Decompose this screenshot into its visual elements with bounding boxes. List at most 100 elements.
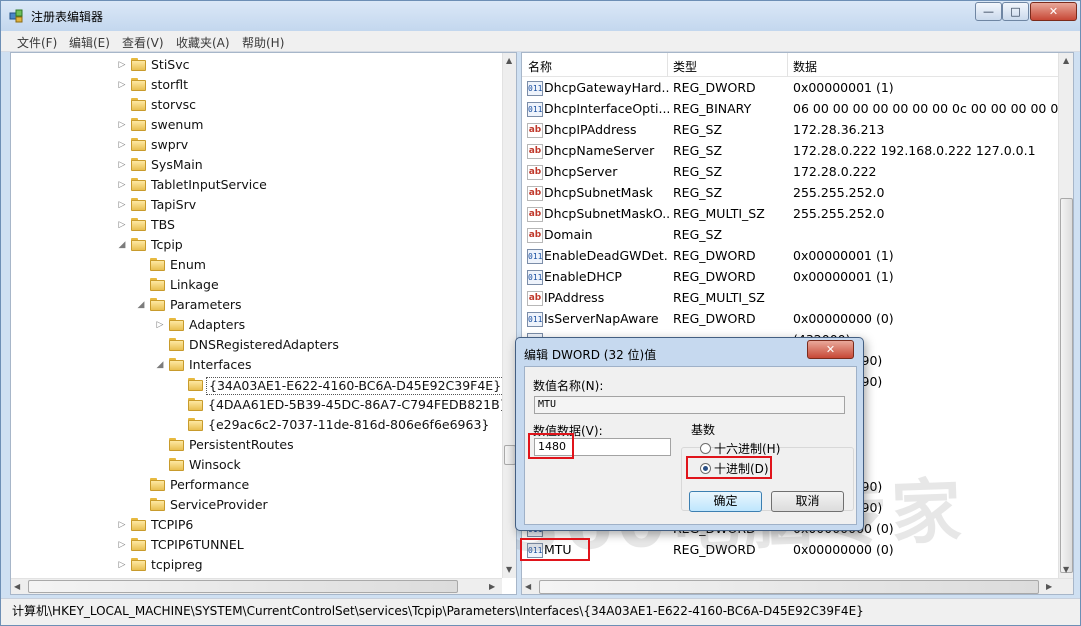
value-row[interactable]: ab DhcpNameServer REG_SZ 172.28.0.222 192.1… [522,141,1062,162]
folder-icon [188,418,204,432]
scroll-up-arrow-icon[interactable]: ▲ [506,56,512,65]
tree-item[interactable]: PersistentRoutes [11,435,501,455]
tree-item-label: StiSvc [151,57,190,72]
tree-item[interactable]: ▷ Adapters [11,315,501,335]
value-name-label: 数值名称(N): [533,379,604,393]
tree-item[interactable]: ServiceProvider [11,495,501,515]
value-type: REG_SZ [673,185,723,200]
menu-file[interactable]: 文件(F) [17,34,57,51]
scroll-down-arrow-icon[interactable]: ▼ [506,565,512,574]
list-horizontal-scrollbar[interactable]: ◀ ▶ [522,578,1073,594]
hex-radio-label[interactable]: 十六进制(H) [714,440,780,457]
expand-arrow-icon[interactable]: ▷ [117,59,127,71]
tree-item[interactable]: Enum [11,255,501,275]
tree-item[interactable]: ▷ TCPIP6 [11,515,501,535]
tree-item[interactable]: ▷ TapiSrv [11,195,501,215]
value-row[interactable]: ab IPAddress REG_MULTI_SZ [522,288,1062,309]
value-row[interactable]: 011 DhcpInterfaceOpti... REG_BINARY 06 00 0… [522,99,1073,120]
registry-tree[interactable]: ▷ StiSvc ▷ storflt storvsc ▷ swenum ▷ swprv ▷ SysM… [10,52,517,595]
tree-item[interactable]: ▷ swenum [11,115,501,135]
tree-horizontal-scrollbar[interactable]: ◀ ▶ [11,578,502,594]
scroll-right-arrow-icon[interactable]: ▶ [1046,582,1052,591]
tree-item[interactable]: storvsc [11,95,501,115]
value-row[interactable]: 011 DhcpGatewayHard... REG_DWORD 0x00000001… [522,78,1062,99]
tree-item[interactable]: {e29ac6c2-7037-11de-816d-806e6f6e6963} [11,415,501,435]
registry-editor-window: 注册表编辑器 — □ ✕ 文件(F) 编辑(E) 查看(V) 收藏夹(A) 帮助… [0,0,1081,626]
minimize-button[interactable]: — [975,2,1002,21]
value-row[interactable]: 011 IsServerNapAware REG_DWORD 0x00000000 (… [522,309,1062,330]
tree-item-label: TCPIP6 [151,517,194,532]
tree-item[interactable]: ◢ Interfaces [11,355,501,375]
column-type[interactable]: 类型 [673,58,697,75]
column-divider[interactable] [667,53,668,77]
tree-item[interactable]: Performance [11,475,501,495]
scroll-left-arrow-icon[interactable]: ◀ [525,582,531,591]
hex-radio[interactable] [700,443,711,454]
menu-view[interactable]: 查看(V) [122,34,164,51]
value-name-field[interactable]: MTU [534,396,845,414]
menu-help[interactable]: 帮助(H) [242,34,284,51]
tree-item[interactable]: {4DAA61ED-5B39-45DC-86A7-C794FEDB821B} [11,395,508,415]
tree-item[interactable]: ▷ SysMain [11,155,501,175]
tree-item[interactable]: ◢ Tcpip [11,235,501,255]
tree-item[interactable]: ▷ TBS [11,215,501,235]
tree-item[interactable]: ▷ TCPIP6TUNNEL [11,535,501,555]
scroll-left-arrow-icon[interactable]: ◀ [14,582,20,591]
tree-item[interactable]: Winsock [11,455,501,475]
tree-item[interactable]: {34A03AE1-E622-4160-BC6A-D45E92C39F4E} [11,375,505,395]
tree-item-label: {34A03AE1-E622-4160-BC6A-D45E92C39F4E} [206,377,505,395]
scroll-down-arrow-icon[interactable]: ▼ [1063,565,1069,574]
cancel-button[interactable]: 取消 [771,491,844,512]
expand-arrow-icon[interactable]: ▷ [155,319,165,331]
tree-item[interactable]: ▷ storflt [11,75,501,95]
dialog-close-button[interactable]: ✕ [807,340,854,359]
value-row[interactable]: ab DhcpServer REG_SZ 172.28.0.222 [522,162,1062,183]
highlight-data-field [528,433,574,459]
value-data: 0x00000001 (1) [793,269,894,284]
value-row[interactable]: 011 EnableDHCP REG_DWORD 0x00000001 (1) [522,267,1062,288]
value-row[interactable]: 011 MTU REG_DWORD 0x00000000 (0) [522,540,1062,561]
value-row[interactable]: ab DhcpSubnetMaskO... REG_MULTI_SZ 255.255.… [522,204,1062,225]
list-vertical-scrollbar[interactable]: ▲ ▼ [1058,53,1073,578]
tree-item[interactable]: ▷ TabletInputService [11,175,501,195]
scroll-up-arrow-icon[interactable]: ▲ [1063,56,1069,65]
scroll-right-arrow-icon[interactable]: ▶ [489,582,495,591]
column-data[interactable]: 数据 [793,58,817,75]
column-name[interactable]: 名称 [528,58,552,75]
tree-item[interactable]: Linkage [11,275,501,295]
value-row[interactable]: ab Domain REG_SZ [522,225,1062,246]
tree-item[interactable]: DNSRegisteredAdapters [11,335,501,355]
expand-arrow-icon[interactable]: ▷ [117,79,127,91]
menu-edit[interactable]: 编辑(E) [69,34,110,51]
collapse-arrow-icon[interactable]: ◢ [136,299,146,311]
tree-item-label: PersistentRoutes [189,437,294,452]
maximize-button[interactable]: □ [1002,2,1029,21]
expand-arrow-icon[interactable]: ▷ [117,199,127,211]
column-divider[interactable] [787,53,788,77]
ok-button[interactable]: 确定 [689,491,762,512]
value-row[interactable]: ab DhcpIPAddress REG_SZ 172.28.36.213 [522,120,1062,141]
tree-item[interactable]: ◢ Parameters [11,295,501,315]
expand-arrow-icon[interactable]: ▷ [117,519,127,531]
value-row[interactable]: 011 EnableDeadGWDet... REG_DWORD 0x00000001… [522,246,1062,267]
collapse-arrow-icon[interactable]: ◢ [155,359,165,371]
list-hscroll-thumb[interactable] [539,580,1039,594]
tree-item[interactable]: ▷ tcpipreg [11,555,501,575]
menu-favorites[interactable]: 收藏夹(A) [176,34,230,51]
expand-arrow-icon[interactable]: ▷ [117,119,127,131]
dword-value-icon: 011 [527,270,543,285]
value-row[interactable]: ab DhcpSubnetMask REG_SZ 255.255.252.0 [522,183,1062,204]
close-button[interactable]: ✕ [1030,2,1077,21]
expand-arrow-icon[interactable]: ▷ [117,559,127,571]
expand-arrow-icon[interactable]: ▷ [117,179,127,191]
expand-arrow-icon[interactable]: ▷ [117,539,127,551]
tree-hscroll-thumb[interactable] [28,580,458,593]
list-scroll-thumb[interactable] [1060,198,1073,573]
expand-arrow-icon[interactable]: ▷ [117,159,127,171]
collapse-arrow-icon[interactable]: ◢ [117,239,127,251]
tree-item[interactable]: ▷ swprv [11,135,501,155]
expand-arrow-icon[interactable]: ▷ [117,219,127,231]
value-data: 0x00000001 (1) [793,248,894,263]
tree-item[interactable]: ▷ StiSvc [11,55,501,75]
expand-arrow-icon[interactable]: ▷ [117,139,127,151]
